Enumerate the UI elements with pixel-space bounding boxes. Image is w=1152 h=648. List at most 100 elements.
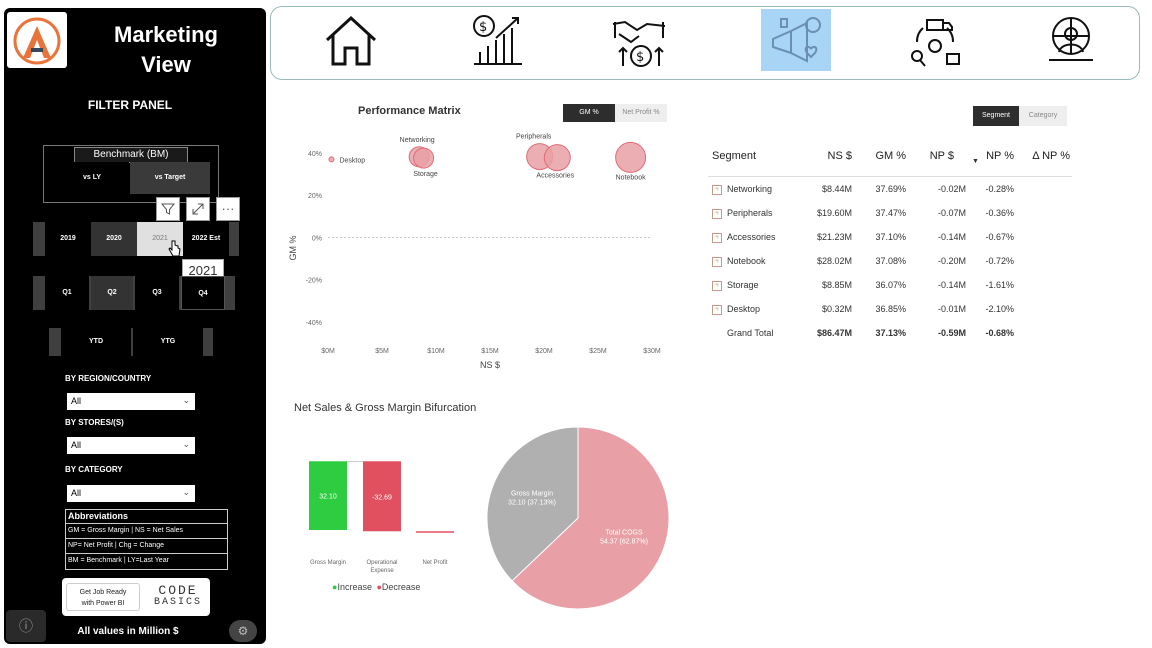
- bubble-label: Notebook: [616, 174, 646, 181]
- x-axis-label: NS $: [480, 360, 500, 370]
- info-icon[interactable]: ⓘ: [6, 610, 46, 642]
- quarter-q2-button[interactable]: Q2: [91, 276, 133, 310]
- chevron-down-icon: ⌄: [182, 487, 190, 497]
- segment-name[interactable]: + Networking: [712, 184, 772, 195]
- col-header-segment[interactable]: Segment: [712, 150, 756, 162]
- bubble-label: Storage: [413, 171, 438, 178]
- expand-icon[interactable]: +: [712, 256, 722, 267]
- waterfall-value-label: -32.69: [372, 494, 392, 501]
- chevron-down-icon: ⌄: [182, 395, 190, 405]
- filter-icon[interactable]: [156, 197, 180, 221]
- year-2022-est-button[interactable]: 2022 Est: [183, 222, 229, 256]
- table-cell: $86.47M: [816, 328, 852, 338]
- segment-name[interactable]: + Desktop: [712, 304, 760, 315]
- quarter-slicer: Q1 Q2 Q3 Q4: [33, 276, 235, 310]
- cell-text: Accessories: [727, 232, 776, 242]
- table-cell: -0.59M: [937, 328, 966, 338]
- category-dropdown[interactable]: All ⌄: [67, 485, 195, 502]
- grand-total-label: Grand Total: [727, 328, 773, 338]
- waterfall-chart: 32.10 -32.69 Gross Margin Operational Expens…: [309, 461, 454, 574]
- table-cell: 37.10%: [875, 232, 906, 242]
- codebasics-promo[interactable]: Get Job Ready with Power BI CODE BASICS: [62, 578, 210, 616]
- segment-name[interactable]: + Notebook: [712, 256, 766, 267]
- home-icon[interactable]: [316, 8, 386, 72]
- benchmark-vs-ly-button[interactable]: vs LY: [55, 162, 129, 194]
- marketing-nav-selected[interactable]: [761, 9, 831, 71]
- x-tick-label: $20M: [535, 348, 553, 355]
- abbreviation-line: NP= Net Profit | Chg = Change: [66, 539, 227, 554]
- abbreviations-title: Abbreviations: [66, 510, 227, 524]
- col-header-gm[interactable]: GM %: [866, 150, 906, 162]
- segment-name[interactable]: + Storage: [712, 280, 759, 291]
- expand-icon[interactable]: +: [712, 280, 722, 291]
- abbreviation-line: GM = Gross Margin | NS = Net Sales: [66, 524, 227, 539]
- finance-growth-icon[interactable]: $: [461, 8, 531, 72]
- bubble-label: Accessories: [536, 173, 574, 180]
- bubble-point: [543, 144, 571, 172]
- expand-icon[interactable]: +: [712, 184, 722, 195]
- y-tick-label: -20%: [306, 278, 322, 285]
- stores-dropdown[interactable]: All ⌄: [67, 437, 195, 454]
- legend-decrease: Decrease: [381, 582, 421, 592]
- col-header-np[interactable]: NP $: [914, 150, 954, 162]
- gm-pct-toggle[interactable]: GM %: [563, 104, 615, 122]
- quarter-q4-button[interactable]: Q4: [181, 276, 225, 310]
- benchmark-vs-target-button[interactable]: vs Target: [130, 162, 210, 194]
- performance-matrix-chart: 40% 20% 0% -20% -40% $0M $5M $10M $15M $20M $25M $3…: [288, 134, 661, 370]
- svg-text:$: $: [479, 20, 487, 35]
- col-header-np-pct[interactable]: NP %: [974, 150, 1014, 162]
- filter-panel-title: FILTER PANEL: [87, 98, 173, 112]
- table-cell: -0.02M: [937, 184, 966, 194]
- table-cell: $0.32M: [821, 304, 852, 314]
- cell-text: Notebook: [727, 256, 766, 266]
- col-header-delta-np-pct[interactable]: Δ NP %: [1028, 150, 1070, 162]
- ytg-button[interactable]: YTG: [133, 328, 203, 356]
- expand-icon[interactable]: +: [712, 208, 722, 219]
- expand-icon[interactable]: +: [712, 232, 722, 243]
- region-dropdown[interactable]: All ⌄: [67, 393, 195, 410]
- expand-icon[interactable]: +: [712, 304, 722, 315]
- table-cell: 37.69%: [875, 184, 906, 194]
- table-cell: -0.68%: [985, 328, 1014, 338]
- table-cell: $28.02M: [816, 256, 852, 266]
- bubble-point: [328, 156, 335, 163]
- quarter-q3-button[interactable]: Q3: [135, 276, 179, 310]
- supply-chain-icon[interactable]: [900, 8, 970, 72]
- executive-globe-icon[interactable]: [1036, 8, 1106, 72]
- category-toggle[interactable]: Category: [1019, 106, 1067, 126]
- year-2019-button[interactable]: 2019: [45, 222, 91, 256]
- more-options-icon[interactable]: ···: [216, 197, 240, 221]
- category-label: BY CATEGORY: [65, 465, 123, 474]
- y-axis-label: GM %: [288, 235, 298, 260]
- page-title: Marketing View: [114, 22, 218, 77]
- ytd-button[interactable]: YTD: [61, 328, 131, 356]
- x-tick-label: $10M: [427, 348, 445, 355]
- sales-handshake-icon[interactable]: $: [604, 8, 674, 72]
- cell-text: Grand Total: [727, 328, 774, 338]
- cell-text: Storage: [727, 280, 759, 290]
- y-tick-label: 20%: [308, 193, 322, 200]
- table-cell: 37.08%: [875, 256, 906, 266]
- chevron-down-icon: ⌄: [182, 439, 190, 449]
- quarter-q1-button[interactable]: Q1: [45, 276, 89, 310]
- bubble-label: Peripherals: [516, 134, 552, 141]
- bifurcation-title: Net Sales & Gross Margin Bifurcation: [294, 402, 477, 414]
- segment-name[interactable]: + Peripherals: [712, 208, 773, 219]
- segment-toggle[interactable]: Segment: [973, 106, 1019, 126]
- table-cell: -0.36%: [985, 208, 1014, 218]
- year-2020-button[interactable]: 2020: [91, 222, 137, 256]
- waterfall-value-label: 32.10: [319, 494, 337, 501]
- focus-mode-icon[interactable]: [186, 197, 210, 221]
- waterfall-legend: ●Increase ●Decrease: [332, 582, 421, 592]
- col-header-ns[interactable]: NS $: [812, 150, 852, 162]
- segment-name[interactable]: + Accessories: [712, 232, 776, 243]
- marketing-icon: [772, 17, 821, 63]
- promo-line2: with Power BI: [81, 600, 125, 607]
- net-profit-pct-toggle[interactable]: Net Profit %: [615, 104, 667, 122]
- table-cell: -0.14M: [937, 232, 966, 242]
- pie-slice-value: 54.37 (62.87%): [600, 539, 648, 546]
- cell-text: Desktop: [727, 304, 761, 314]
- settings-icon[interactable]: ⚙: [229, 620, 257, 642]
- svg-text:$: $: [636, 50, 644, 65]
- header-divider: [708, 176, 1072, 177]
